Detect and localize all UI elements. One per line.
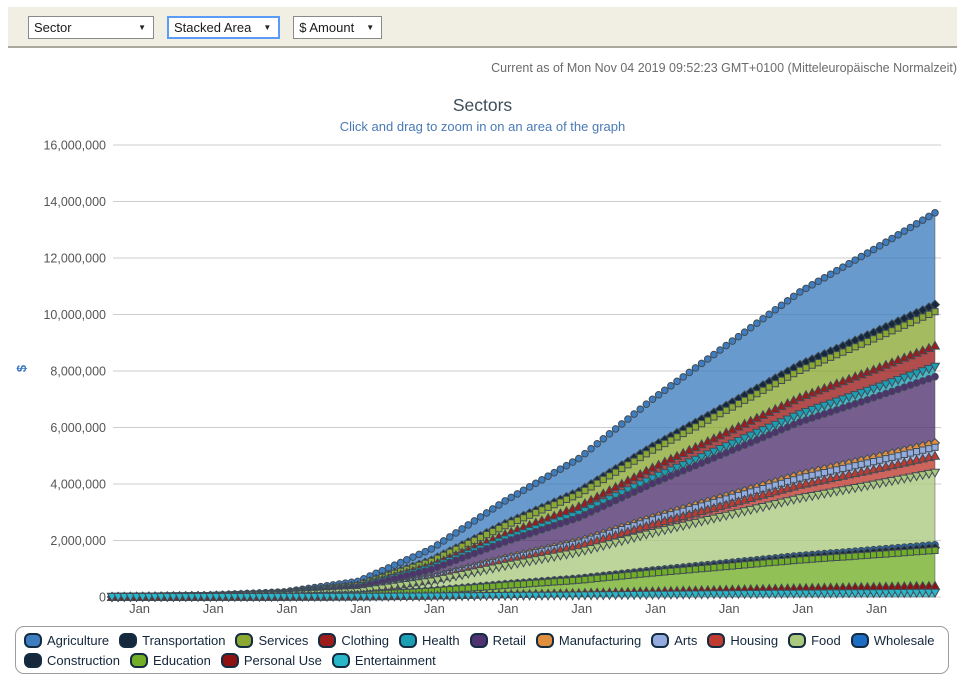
svg-text:0: 0 <box>99 591 106 605</box>
legend-item-retail[interactable]: Retail <box>470 630 526 650</box>
legend-item-entertainment[interactable]: Entertainment <box>332 650 436 670</box>
legend-label: Transportation <box>142 633 225 648</box>
legend-swatch-icon <box>24 633 42 648</box>
svg-text:2,000,000: 2,000,000 <box>50 534 106 548</box>
svg-text:Jan: Jan <box>571 601 592 616</box>
x-axis-labels: Jan Jan Jan Jan Jan Jan Jan Jan Jan Jan Jan <box>129 601 887 616</box>
svg-text:Jan: Jan <box>792 601 813 616</box>
legend-label: Retail <box>493 633 526 648</box>
svg-text:Jan: Jan <box>129 601 150 616</box>
app-window: Sector ▼ Stacked Area ▼ $ Amount ▼ Curre… <box>0 0 965 691</box>
legend-label: Manufacturing <box>559 633 641 648</box>
svg-text:Jan: Jan <box>866 601 887 616</box>
svg-text:Jan: Jan <box>276 601 297 616</box>
legend-label: Construction <box>47 653 120 668</box>
legend: Agriculture Transportation Services Clothin… <box>15 626 949 674</box>
svg-text:Jan: Jan <box>350 601 371 616</box>
legend-label: Arts <box>674 633 697 648</box>
legend-swatch-icon <box>24 653 42 668</box>
legend-swatch-icon <box>221 653 239 668</box>
legend-label: Education <box>153 653 211 668</box>
svg-text:6,000,000: 6,000,000 <box>50 421 106 435</box>
legend-swatch-icon <box>851 633 869 648</box>
y-axis-labels: 0 2,000,000 4,000,000 6,000,000 8,000,000 10,… <box>43 139 106 605</box>
legend-label: Food <box>811 633 841 648</box>
legend-swatch-icon <box>470 633 488 648</box>
svg-text:10,000,000: 10,000,000 <box>43 308 106 322</box>
svg-text:14,000,000: 14,000,000 <box>43 195 106 209</box>
legend-item-manufacturing[interactable]: Manufacturing <box>536 630 641 650</box>
legend-label: Clothing <box>341 633 389 648</box>
legend-swatch-icon <box>119 633 137 648</box>
svg-text:12,000,000: 12,000,000 <box>43 252 106 266</box>
legend-item-education[interactable]: Education <box>130 650 211 670</box>
legend-label: Wholesale <box>874 633 935 648</box>
svg-text:Jan: Jan <box>424 601 445 616</box>
legend-swatch-icon <box>332 653 350 668</box>
legend-swatch-icon <box>399 633 417 648</box>
svg-text:Jan: Jan <box>719 601 740 616</box>
legend-item-personal-use[interactable]: Personal Use <box>221 650 322 670</box>
legend-swatch-icon <box>130 653 148 668</box>
legend-item-clothing[interactable]: Clothing <box>318 630 389 650</box>
svg-text:Jan: Jan <box>498 601 519 616</box>
svg-text:4,000,000: 4,000,000 <box>50 478 106 492</box>
legend-item-agriculture[interactable]: Agriculture <box>24 630 109 650</box>
legend-item-wholesale[interactable]: Wholesale <box>851 630 935 650</box>
legend-swatch-icon <box>235 633 253 648</box>
legend-item-transportation[interactable]: Transportation <box>119 630 225 650</box>
legend-swatch-icon <box>651 633 669 648</box>
svg-text:Jan: Jan <box>645 601 666 616</box>
legend-label: Entertainment <box>355 653 436 668</box>
legend-item-housing[interactable]: Housing <box>707 630 778 650</box>
legend-item-services[interactable]: Services <box>235 630 308 650</box>
legend-swatch-icon <box>536 633 554 648</box>
legend-item-construction[interactable]: Construction <box>24 650 120 670</box>
legend-label: Personal Use <box>244 653 322 668</box>
legend-label: Agriculture <box>47 633 109 648</box>
legend-item-arts[interactable]: Arts <box>651 630 697 650</box>
svg-text:Jan: Jan <box>203 601 224 616</box>
legend-label: Health <box>422 633 460 648</box>
chart-svg[interactable]: 0 2,000,000 4,000,000 6,000,000 8,000,000 10,… <box>0 0 965 691</box>
legend-item-health[interactable]: Health <box>399 630 460 650</box>
legend-swatch-icon <box>788 633 806 648</box>
svg-text:16,000,000: 16,000,000 <box>43 139 106 153</box>
legend-item-food[interactable]: Food <box>788 630 841 650</box>
legend-label: Services <box>258 633 308 648</box>
legend-label: Housing <box>730 633 778 648</box>
svg-text:8,000,000: 8,000,000 <box>50 365 106 379</box>
legend-swatch-icon <box>318 633 336 648</box>
legend-swatch-icon <box>707 633 725 648</box>
